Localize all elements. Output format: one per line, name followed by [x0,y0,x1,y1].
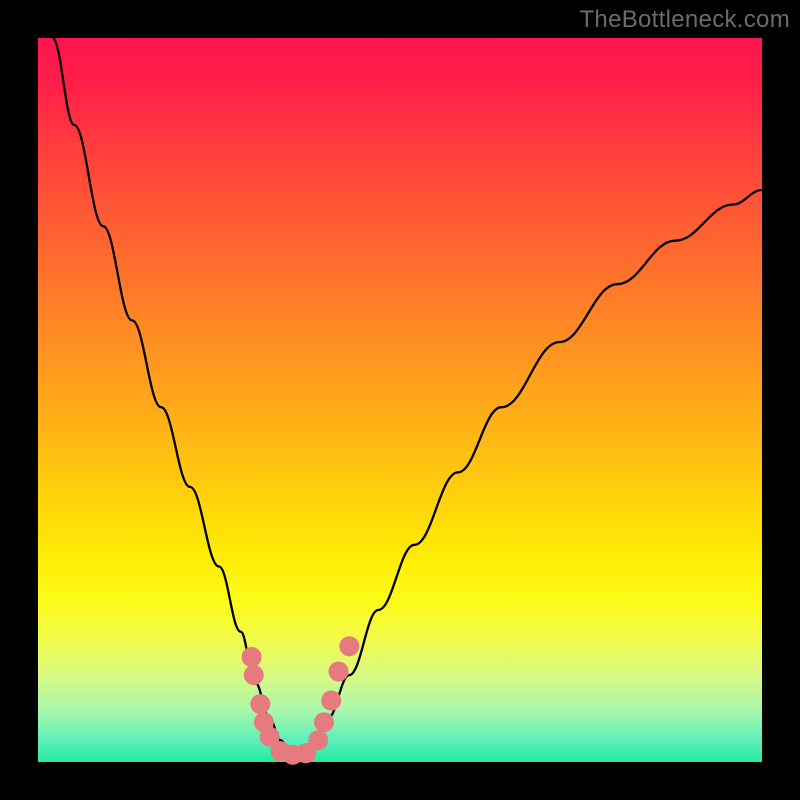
curve-marker [321,691,341,711]
curve-marker [244,665,264,685]
curve-marker [329,662,349,682]
curve-marker [308,730,328,750]
watermark-text: TheBottleneck.com [579,6,790,34]
chart-frame: TheBottleneck.com [0,0,800,800]
marker-group [242,636,360,765]
bottleneck-curve [53,38,763,755]
curve-marker [314,712,334,732]
curve-marker [242,647,262,667]
plot-area [38,38,762,762]
curve-svg [38,38,762,762]
curve-marker [250,694,270,714]
curve-marker [339,636,359,656]
